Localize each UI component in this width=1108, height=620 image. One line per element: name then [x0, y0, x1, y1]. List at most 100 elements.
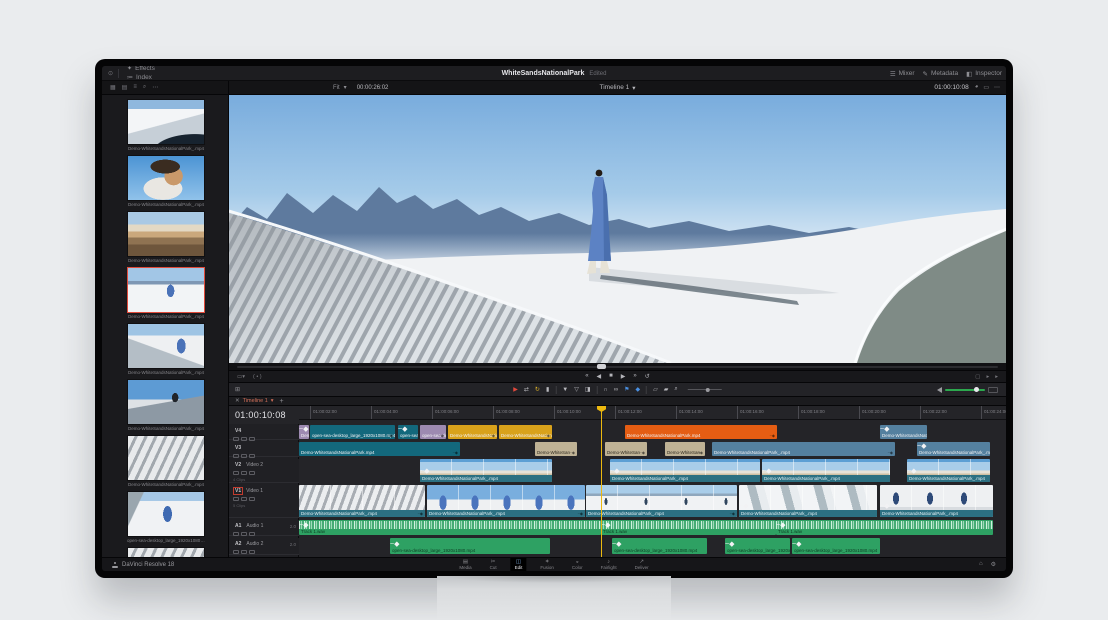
- media-pool-toolbar-icon[interactable]: ⌕: [143, 84, 146, 91]
- timeline-zoom-slider[interactable]: [688, 389, 722, 390]
- viewer-header-icon[interactable]: ⋯: [994, 84, 1000, 91]
- transport-button[interactable]: ↺: [645, 373, 650, 380]
- media-pool-toolbar-icon[interactable]: ▤: [122, 84, 128, 91]
- track-enable-icon[interactable]: [249, 454, 255, 459]
- timeline-clip[interactable]: ~◆ open-sea-desktop_large_1920x1080.mp4: [420, 425, 446, 439]
- edit-tool-icon[interactable]: ▰: [664, 386, 669, 393]
- edit-tool-icon[interactable]: ↻: [535, 386, 540, 393]
- playhead-line[interactable]: [601, 406, 602, 557]
- timeline-clip[interactable]: ~◆ Demo-WhiteSandsNationalPark.mp4: [299, 442, 460, 456]
- edit-tool-icon[interactable]: ▼: [562, 387, 568, 393]
- timeline-selector[interactable]: Timeline 1 ▾: [599, 84, 635, 92]
- timeline-clip[interactable]: ~◆ open-sea-desktop_large_1920x1080.mp4: [792, 538, 880, 554]
- status-bar-icon[interactable]: ⚙: [991, 561, 996, 568]
- track-enable-icon[interactable]: [249, 437, 255, 442]
- timeline-clip[interactable]: ~◆ Track 1.wav: [601, 520, 776, 535]
- track-lock-icon[interactable]: [233, 532, 239, 537]
- timeline-clip[interactable]: ~◆ open-sea-desktop_large_1920x1080.mp4: [612, 538, 707, 554]
- viewer-option-icon[interactable]: ( • ): [253, 374, 262, 380]
- timeline-clip[interactable]: ~◆ Demo-WhiteSan: [535, 442, 577, 456]
- status-bar-icon[interactable]: ⌂: [979, 561, 983, 568]
- timeline-clip[interactable]: ~◆ open-sea-desktop_large_1920x1080.mp4: [398, 425, 418, 439]
- timeline-clip[interactable]: ~◆ Demo-WhiteSan: [665, 442, 705, 456]
- volume-slider[interactable]: [945, 389, 985, 391]
- panel-toggle-button[interactable]: ◧ Inspector: [966, 70, 1002, 78]
- track-enable-icon[interactable]: [249, 497, 255, 502]
- viewer-zoom-select[interactable]: Fit: [333, 85, 340, 91]
- media-clip-item[interactable]: open-sea-desktop_large_1920x1080.mp4: [127, 491, 205, 543]
- track-lock-icon[interactable]: [233, 471, 239, 476]
- track-header[interactable]: V3 S M: [229, 442, 299, 457]
- timeline-clip[interactable]: ~◆ Demo-WhiteSandsNationalPark.mp4: [625, 425, 777, 439]
- page-nav-item[interactable]: ↗ Deliver: [631, 558, 653, 572]
- track-header[interactable]: V2 Video 2 S M 4 Clips: [229, 459, 299, 483]
- track-id[interactable]: V3: [233, 444, 243, 452]
- timeline-clip[interactable]: ~◆ Demo-WhiteSandsNationalPark_.mp4: [880, 485, 993, 517]
- timeline-clip[interactable]: ~◆ Demo: [299, 425, 309, 439]
- timeline-clip[interactable]: ~◆ Demo-WhiteSandsNationalPark_.mp4: [610, 459, 760, 482]
- edit-tool-icon[interactable]: ▶: [513, 386, 518, 393]
- track-lock-icon[interactable]: [233, 497, 239, 502]
- edit-tool-icon[interactable]: [646, 386, 647, 394]
- timeline-clip[interactable]: ~◆ Demo-WhiteSandsNationalPark_.mp4: [762, 459, 890, 482]
- edit-tool-icon[interactable]: ∩: [604, 387, 608, 393]
- media-clip-item[interactable]: Demo-WhiteSandsNationalPark_.mp4: [127, 379, 205, 431]
- media-clip-item[interactable]: Demo-WhiteSandsNationalPark_.mp4: [127, 211, 205, 263]
- track-enable-icon[interactable]: [249, 471, 255, 476]
- edit-tool-icon[interactable]: ◨: [585, 386, 591, 393]
- timeline-clip[interactable]: ~◆ Demo-WhiteSandsNationalPark_.mp4: [917, 442, 990, 456]
- media-clip-item[interactable]: Demo-WhiteSandsNationalPark_.mp4: [127, 267, 205, 319]
- viewer-header-icon[interactable]: ◕: [975, 84, 979, 91]
- transport-button[interactable]: ▶: [621, 373, 626, 380]
- track-id[interactable]: V1: [233, 487, 243, 495]
- edit-tool-icon[interactable]: ▽: [574, 386, 579, 393]
- track-auto-select-icon[interactable]: [241, 550, 247, 555]
- media-clip-thumbnail[interactable]: [127, 379, 205, 425]
- transport-button[interactable]: ■: [609, 373, 613, 380]
- media-clip-item[interactable]: [127, 547, 205, 557]
- media-clip-thumbnail[interactable]: [127, 267, 205, 313]
- timeline-clip[interactable]: ~◆ Demo-WhiteSandsNationalPark_.mp4: [712, 442, 895, 456]
- track-id[interactable]: A1: [233, 522, 243, 530]
- panel-toggle-button[interactable]: ✎ Metadata: [923, 70, 959, 78]
- media-pool-toolbar-icon[interactable]: ≡: [133, 84, 137, 91]
- media-clip-thumbnail[interactable]: [127, 435, 205, 481]
- media-clip-thumbnail[interactable]: [127, 323, 205, 369]
- timeline-clip[interactable]: ~◆ Demo-WhiteSandsNationalPark_.mp4: [907, 459, 990, 482]
- page-nav-item[interactable]: ◒ Color: [568, 558, 587, 572]
- track-lock-icon[interactable]: [233, 550, 239, 555]
- timeline-clip[interactable]: ~◆ Demo-WhiteSandsNationalPark_.mp4: [499, 425, 552, 439]
- track-id[interactable]: V2: [233, 461, 243, 469]
- edit-tool-icon[interactable]: ⚑: [624, 386, 629, 393]
- media-clip-item[interactable]: Demo-WhiteSandsNationalPark_.mp4: [127, 99, 205, 151]
- media-clip-thumbnail[interactable]: [127, 99, 205, 145]
- edit-tool-icon[interactable]: ◆: [635, 386, 640, 393]
- timeline-clip[interactable]: ~◆ open-sea-desktop_large_1920x108: [725, 538, 790, 554]
- track-auto-select-icon[interactable]: [241, 437, 247, 442]
- edit-tool-icon[interactable]: ▮: [546, 386, 549, 393]
- track-id[interactable]: V4: [233, 427, 243, 435]
- track-id[interactable]: A2: [233, 540, 243, 548]
- timeline-clip[interactable]: ~◆ open-sea-desktop_large_1920x1080.mp4: [310, 425, 395, 439]
- media-clip-thumbnail[interactable]: [127, 547, 205, 557]
- timeline-clip[interactable]: ~◆ Demo-WhiteSandsNationalPark_.mp4: [427, 485, 585, 517]
- media-pool-toolbar-icon[interactable]: ⋯: [152, 84, 158, 91]
- viewer-header-icon[interactable]: ▭: [983, 84, 989, 91]
- close-icon[interactable]: ✕: [235, 398, 240, 404]
- panel-tab[interactable]: ✦ Effects: [121, 66, 181, 73]
- jog-handle[interactable]: [597, 364, 606, 369]
- audio-meter-icon[interactable]: [988, 387, 998, 393]
- timeline-clip[interactable]: ~◆ Track 1.wav: [299, 520, 601, 535]
- track-header[interactable]: V4 S M: [229, 425, 299, 440]
- jog-track[interactable]: [237, 366, 998, 368]
- timeline-clip[interactable]: ~◆ Demo-WhiteSandsNationalPark_.mp4: [420, 459, 552, 482]
- page-nav-item[interactable]: ✂ Cut: [486, 558, 501, 572]
- track-auto-select-icon[interactable]: [241, 532, 247, 537]
- timeline-clip[interactable]: ~◆ Demo-WhiteSandsNationalPark_.mp4: [299, 485, 425, 517]
- timeline-clip[interactable]: ~◆ Demo-WhiteSandsNationalPark_.mp4: [586, 485, 737, 517]
- edit-tool-icon[interactable]: ⇄: [524, 386, 529, 393]
- timeline-clip[interactable]: ~◆ open-sea-desktop_large_1920x1080.mp4: [390, 538, 550, 554]
- notification-bell-icon[interactable]: ⊙: [108, 70, 113, 77]
- timeline-viewer[interactable]: [229, 95, 1006, 363]
- track-header[interactable]: A2 Audio 2 2.0 S M: [229, 538, 299, 555]
